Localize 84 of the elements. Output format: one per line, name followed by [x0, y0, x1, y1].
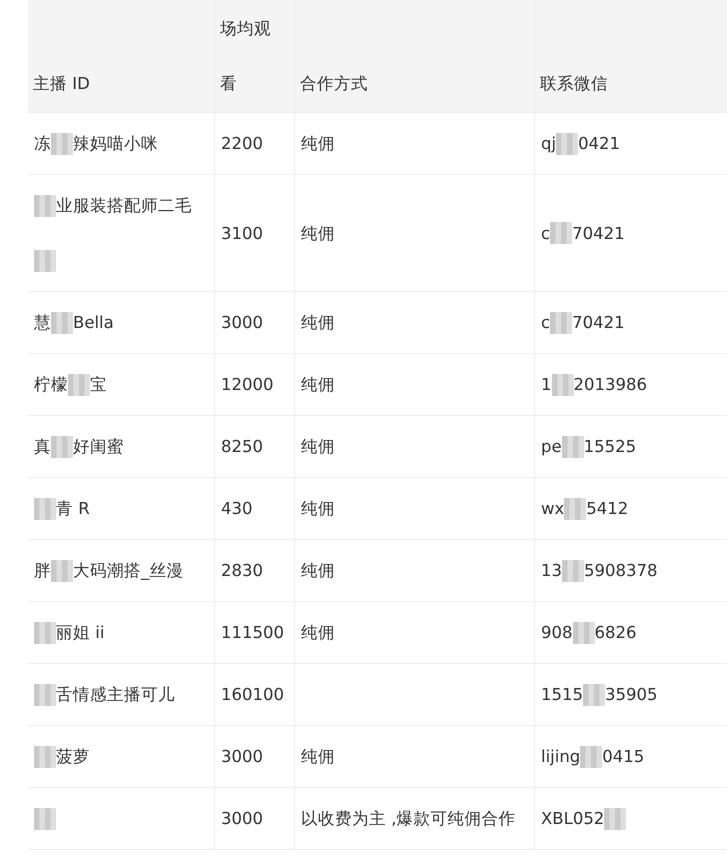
cell-text: 胖 — [34, 560, 51, 582]
cell-text: 菠萝 — [56, 746, 90, 768]
cell-text: 纯佣 — [301, 746, 335, 768]
cell-text: 2013986 — [574, 374, 647, 396]
cell-text: 3100 — [221, 222, 263, 244]
pixel-mosaic — [51, 560, 73, 582]
cell-text: 3000 — [221, 746, 263, 768]
cell-text: 2200 — [221, 133, 263, 155]
cell-text: lijing — [541, 746, 580, 768]
cell-text: 丽姐 ii — [56, 622, 104, 644]
pixel-mosaic — [583, 684, 605, 706]
cell-text: 35905 — [605, 684, 658, 706]
pixel-mosaic — [604, 808, 626, 830]
cell-text: 3000 — [221, 312, 263, 334]
pixel-mosaic — [562, 560, 584, 582]
cell-text: XBL052 — [541, 808, 604, 830]
cell-text: 160100 — [221, 684, 284, 706]
cell-text: 70421 — [572, 312, 625, 334]
pixel-mosaic — [34, 622, 56, 644]
cell-text: 纯佣 — [301, 622, 335, 644]
cell-text: 3000 — [221, 808, 263, 830]
column-header: 联系微信 — [540, 73, 608, 95]
cell-text: 5412 — [586, 498, 628, 520]
pixel-mosaic — [34, 808, 56, 830]
cell-text: 15525 — [584, 436, 636, 458]
pixel-mosaic — [34, 194, 56, 216]
cell-text: 宝 — [90, 374, 107, 396]
cell-text: 纯佣 — [301, 436, 335, 458]
cell-text: c — [541, 222, 550, 244]
cell-text: 冻 — [34, 133, 51, 155]
pixel-mosaic — [34, 498, 56, 520]
cell-text: 以收费为主 ,爆款可纯佣合作 — [301, 808, 516, 830]
cell-text: 大码潮搭_丝漫 — [73, 560, 184, 582]
cell-text: 908 — [541, 622, 572, 644]
cell-text: qj — [541, 133, 556, 155]
cell-text: 纯佣 — [301, 312, 335, 334]
pixel-mosaic — [51, 312, 73, 334]
pixel-mosaic — [562, 436, 584, 458]
cell-text: 8250 — [221, 436, 263, 458]
cell-text: 111500 — [221, 622, 284, 644]
column-header: 场均观看 — [220, 18, 272, 95]
cell-text: c — [541, 312, 550, 334]
cell-text: 舌情感主播可儿 — [56, 684, 175, 706]
pixel-mosaic — [564, 498, 586, 520]
cell-text: 青 R — [56, 498, 90, 520]
cell-text: 5908378 — [584, 560, 658, 582]
pixel-mosaic — [34, 684, 56, 706]
pixel-mosaic — [51, 132, 73, 154]
cell-text: 13 — [541, 560, 562, 582]
cell-text: 好闺蜜 — [73, 436, 124, 458]
cell-text: 业服装搭配师二毛 — [56, 195, 192, 217]
cell-text: wx — [541, 498, 564, 520]
cell-text: 真 — [34, 436, 51, 458]
column-header: 合作方式 — [300, 73, 368, 95]
cell-text: Bella — [73, 312, 114, 334]
cell-text: 430 — [221, 498, 252, 520]
cell-text: 2830 — [221, 560, 263, 582]
cell-text: 纯佣 — [301, 374, 335, 396]
cell-text: 0421 — [578, 133, 620, 155]
cell-text: 柠檬 — [34, 374, 68, 396]
cell-text: 70421 — [572, 222, 625, 244]
pixel-mosaic — [34, 746, 56, 768]
cell-text: 纯佣 — [301, 498, 335, 520]
pixel-mosaic — [550, 312, 572, 334]
cell-text: 辣妈喵小咪 — [73, 133, 158, 155]
column-header: 主播 ID — [33, 73, 90, 95]
cell-text: pe — [541, 436, 562, 458]
cell-text: 6826 — [594, 622, 636, 644]
pixel-mosaic — [51, 436, 73, 458]
pixel-mosaic — [34, 250, 56, 272]
pixel-mosaic — [552, 374, 574, 396]
cell-text: 纯佣 — [301, 222, 335, 244]
cell-text: 纯佣 — [301, 133, 335, 155]
pixel-mosaic — [580, 746, 602, 768]
cell-text: 12000 — [221, 374, 274, 396]
cell-text: 1 — [541, 374, 552, 396]
cell-text: 1515 — [541, 684, 583, 706]
cell-text: 纯佣 — [301, 560, 335, 582]
pixel-mosaic — [556, 132, 578, 154]
cell-text: 0415 — [602, 746, 644, 768]
pixel-mosaic — [68, 374, 90, 396]
pixel-mosaic — [550, 222, 572, 244]
pixel-mosaic — [572, 622, 594, 644]
cell-text: 慧 — [34, 312, 51, 334]
